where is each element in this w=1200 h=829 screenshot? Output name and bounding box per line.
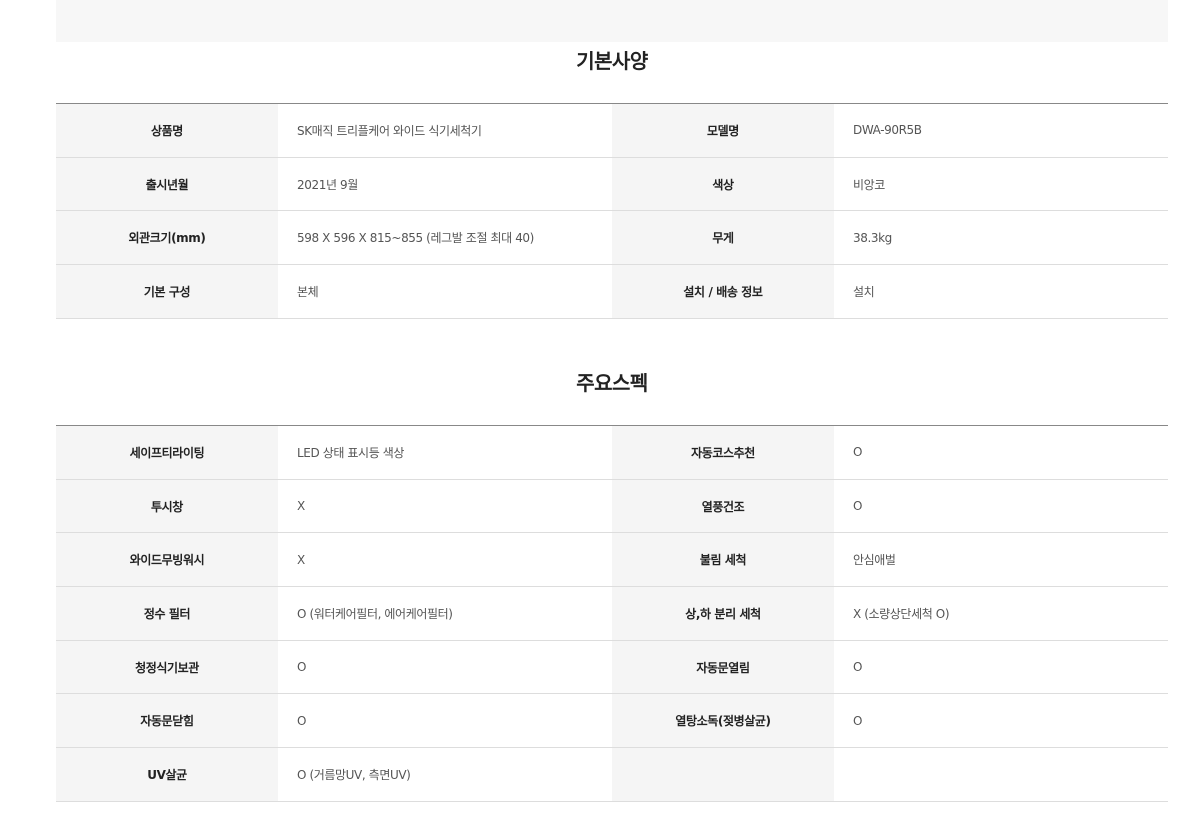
table-row: 와이드무빙워시 X 불림 세척 안심애벌 [56, 533, 1168, 588]
table-row: 정수 필터 O (워터케어필터, 에어케어필터) 상,하 분리 세척 X (소량… [56, 587, 1168, 641]
spec-label: 상품명 [56, 104, 278, 157]
spec-label: 청정식기보관 [56, 640, 278, 694]
table-row: 세이프티라이팅 LED 상태 표시등 색상 자동코스추천 O [56, 426, 1168, 480]
spec-value: 비앙코 [853, 177, 885, 192]
spec-label: 열풍건조 [612, 479, 834, 533]
spec-value: 2021년 9월 [297, 177, 358, 192]
spec-value: X [297, 499, 305, 514]
spec-label: 설치 / 배송 정보 [612, 265, 834, 318]
spec-value: 38.3kg [853, 230, 892, 245]
table-row: 상품명 SK매직 트리플케어 와이드 식기세척기 모델명 DWA-90R5B [56, 104, 1168, 158]
spec-label: 모델명 [612, 104, 834, 157]
spec-value: O (거름망UV, 측면UV) [297, 767, 411, 782]
spec-label: 상,하 분리 세척 [612, 587, 834, 640]
spec-value: O [853, 445, 863, 460]
top-band [56, 0, 1168, 42]
spec-label: 자동코스추천 [612, 426, 834, 479]
spec-label: UV살균 [56, 748, 278, 801]
spec-label: 정수 필터 [56, 587, 278, 640]
table-row: 출시년월 2021년 9월 색상 비앙코 [56, 157, 1168, 212]
basic-spec-table: 상품명 SK매직 트리플케어 와이드 식기세척기 모델명 DWA-90R5B 출… [56, 103, 1168, 319]
spec-value: 설치 [853, 284, 875, 299]
spec-label: 자동문열림 [612, 640, 834, 694]
spec-value: 안심애벌 [853, 553, 896, 568]
spec-label-empty [612, 748, 834, 801]
spec-value: O [853, 713, 863, 728]
spec-value: SK매직 트리플케어 와이드 식기세척기 [297, 123, 482, 138]
main-spec-table: 세이프티라이팅 LED 상태 표시등 색상 자동코스추천 O 투시창 X 열풍건… [56, 425, 1168, 802]
spec-label: 열탕소독(젖병살균) [612, 694, 834, 748]
spec-label: 색상 [612, 157, 834, 211]
spec-label: 세이프티라이팅 [56, 426, 278, 479]
table-row: UV살균 O (거름망UV, 측면UV) [56, 748, 1168, 802]
table-row: 외관크기(mm) 598 X 596 X 815~855 (레그발 조절 최대 … [56, 211, 1168, 266]
spec-value: O [853, 660, 863, 675]
spec-label: 출시년월 [56, 157, 278, 211]
spec-label: 자동문닫힘 [56, 694, 278, 748]
spec-value: O [297, 713, 307, 728]
main-spec-title: 주요스펙 [576, 371, 648, 395]
spec-value: X (소량상단세척 O) [853, 606, 950, 621]
spec-value: X [297, 552, 305, 567]
table-row: 기본 구성 본체 설치 / 배송 정보 설치 [56, 265, 1168, 319]
spec-value: O (워터케어필터, 에어케어필터) [297, 606, 453, 621]
spec-label: 와이드무빙워시 [56, 533, 278, 587]
spec-value-empty [834, 748, 1168, 801]
table-row: 자동문닫힘 O 열탕소독(젖병살균) O [56, 694, 1168, 749]
spec-label: 기본 구성 [56, 265, 278, 318]
spec-value: LED 상태 표시등 색상 [297, 445, 405, 460]
table-row: 투시창 X 열풍건조 O [56, 479, 1168, 534]
table-row: 청정식기보관 O 자동문열림 O [56, 640, 1168, 695]
spec-value: 본체 [297, 284, 319, 299]
spec-label: 불림 세척 [612, 533, 834, 587]
spec-label: 무게 [612, 211, 834, 265]
basic-spec-title: 기본사양 [576, 49, 648, 73]
spec-container: 기본사양 상품명 SK매직 트리플케어 와이드 식기세척기 모델명 DWA-90… [56, 0, 1168, 802]
spec-value: 598 X 596 X 815~855 (레그발 조절 최대 40) [297, 231, 534, 246]
spec-value: O [297, 660, 307, 675]
spec-label: 투시창 [56, 479, 278, 533]
spec-label: 외관크기(mm) [56, 211, 278, 265]
spec-value: O [853, 499, 863, 514]
spec-value: DWA-90R5B [853, 123, 922, 138]
